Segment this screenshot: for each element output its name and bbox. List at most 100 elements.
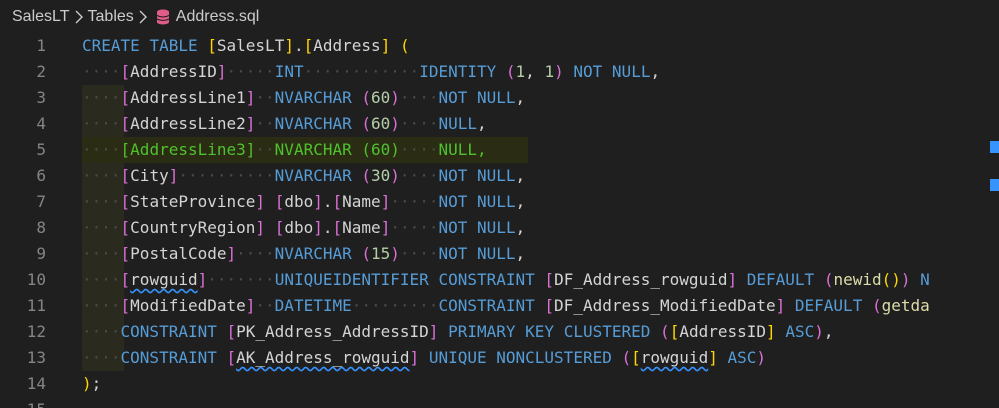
code-token: ModifiedDate [130, 296, 246, 315]
code-token: City [130, 166, 169, 185]
breadcrumb-item-tables[interactable]: Tables [88, 8, 134, 26]
code-token: DF_Address_ModifiedDate [554, 296, 776, 315]
code-token: NONCLUSTERED [496, 348, 612, 367]
code-token: ; [91, 374, 102, 393]
code-line[interactable]: 2 ····[AddressID]·····INT············IDEN… [0, 59, 999, 85]
code-token: ] [197, 270, 208, 289]
code-line[interactable]: 10 ····[rowguid]·······UNIQUEIDENTIFIER C… [0, 267, 999, 293]
line-number: 9 [36, 244, 46, 263]
code-line[interactable]: 1 CREATE TABLE [SalesLT].[Address] ( [0, 33, 999, 59]
code-token: [ [544, 296, 555, 315]
code-token: StateProvince [130, 192, 256, 211]
code-token: [ [120, 244, 131, 263]
code-token: NOT [438, 166, 468, 185]
code-token: ] [245, 296, 256, 315]
code-token: UNIQUE [428, 348, 487, 367]
code-token: ( [505, 62, 516, 81]
code-token: ···· [82, 140, 121, 159]
code-line[interactable]: 9 ····[PostalCode]····NVARCHAR (15)····NO… [0, 241, 999, 267]
code-token: DATETIME [274, 296, 352, 315]
code-token: 1 [515, 62, 526, 81]
code-line[interactable]: 15 [0, 397, 999, 408]
code-text: ····[ModifiedDate]··DATETIME·········CON… [82, 293, 930, 319]
code-line[interactable]: 3 ····[AddressLine1]··NVARCHAR (60)····NO… [0, 85, 999, 111]
code-token: PostalCode [130, 244, 227, 263]
code-line[interactable]: 6 ····[City]··········NVARCHAR (30)····NO… [0, 163, 999, 189]
line-number: 1 [36, 36, 46, 55]
code-token: TABLE [149, 36, 198, 55]
code-token: ···· [82, 322, 121, 341]
code-text: ····[AddressID]·····INT············IDENT… [82, 59, 660, 85]
code-line[interactable]: 5 ····[AddressLine3]··NVARCHAR (60)····NU… [0, 137, 999, 163]
code-token: ( [621, 348, 632, 367]
breadcrumb: SalesLT Tables Address.sql [0, 0, 999, 34]
line-number: 7 [36, 192, 46, 211]
code-token: ] [245, 114, 256, 133]
code-token: KEY [525, 322, 555, 341]
code-line[interactable]: 14); [0, 371, 999, 397]
code-token: NULL [611, 62, 651, 81]
code-token: N [920, 270, 930, 289]
code-line[interactable]: 13 ····CONSTRAINT [AK_Address_rowguid] UN… [0, 345, 999, 371]
code-token: AddressLine2 [130, 114, 246, 133]
code-token: ·· [255, 114, 275, 133]
code-token: ·· [255, 296, 275, 315]
code-token: SalesLT [216, 36, 285, 55]
breadcrumb-item-saleslt[interactable]: SalesLT [12, 8, 70, 26]
code-token: DF_Address_rowguid [554, 270, 728, 289]
code-token: INT [274, 62, 304, 81]
code-token: rowguid [640, 348, 709, 367]
code-token: ···· [236, 244, 275, 263]
code-line[interactable]: 4 ····[AddressLine2]··NVARCHAR (60)····NU… [0, 111, 999, 137]
code-token: CONSTRAINT [120, 348, 217, 367]
code-token: NOT [573, 62, 603, 81]
code-token: , [476, 140, 487, 159]
code-token: ·········· [178, 166, 275, 185]
code-token: ] [313, 218, 323, 237]
line-number: 12 [26, 322, 46, 341]
line-number: 10 [26, 270, 46, 289]
code-token: 60 [371, 140, 391, 159]
code-token: DEFAULT [794, 296, 863, 315]
code-line[interactable]: 8 ····[CountryRegion] [dbo].[Name]·····NO… [0, 215, 999, 241]
code-line[interactable]: 12 ····CONSTRAINT [PK_Address_AddressID] … [0, 319, 999, 345]
code-token: ········· [351, 296, 439, 315]
code-text: ····[City]··········NVARCHAR (30)····NOT… [82, 163, 525, 189]
code-token: ·· [255, 88, 275, 107]
code-token: AK_Address_rowguid [236, 348, 410, 367]
code-token: ) [390, 244, 400, 263]
code-token: ( [361, 88, 372, 107]
code-token: ) [814, 322, 824, 341]
code-token: ] [708, 348, 718, 367]
code-line[interactable]: 7 ····[StateProvince] [dbo].[Name]·····NO… [0, 189, 999, 215]
code-token: ] [216, 62, 227, 81]
breadcrumb-item-file[interactable]: Address.sql [176, 8, 260, 26]
code-token: [ [207, 36, 217, 55]
code-token: ] [428, 322, 439, 341]
code-token: ····· [226, 62, 275, 81]
code-editor[interactable]: 1 CREATE TABLE [SalesLT].[Address] (2 ····… [0, 33, 999, 408]
code-token: NOT [438, 244, 468, 263]
code-token: ···· [82, 114, 121, 133]
code-token: getda [881, 296, 930, 315]
code-token: ···· [82, 62, 121, 81]
code-line[interactable]: 11 ····[ModifiedDate]··DATETIME·········C… [0, 293, 999, 319]
code-token: dbo [284, 192, 314, 211]
code-token: , [823, 322, 834, 341]
code-token: NULL [477, 244, 516, 263]
code-token: rowguid [130, 270, 198, 289]
